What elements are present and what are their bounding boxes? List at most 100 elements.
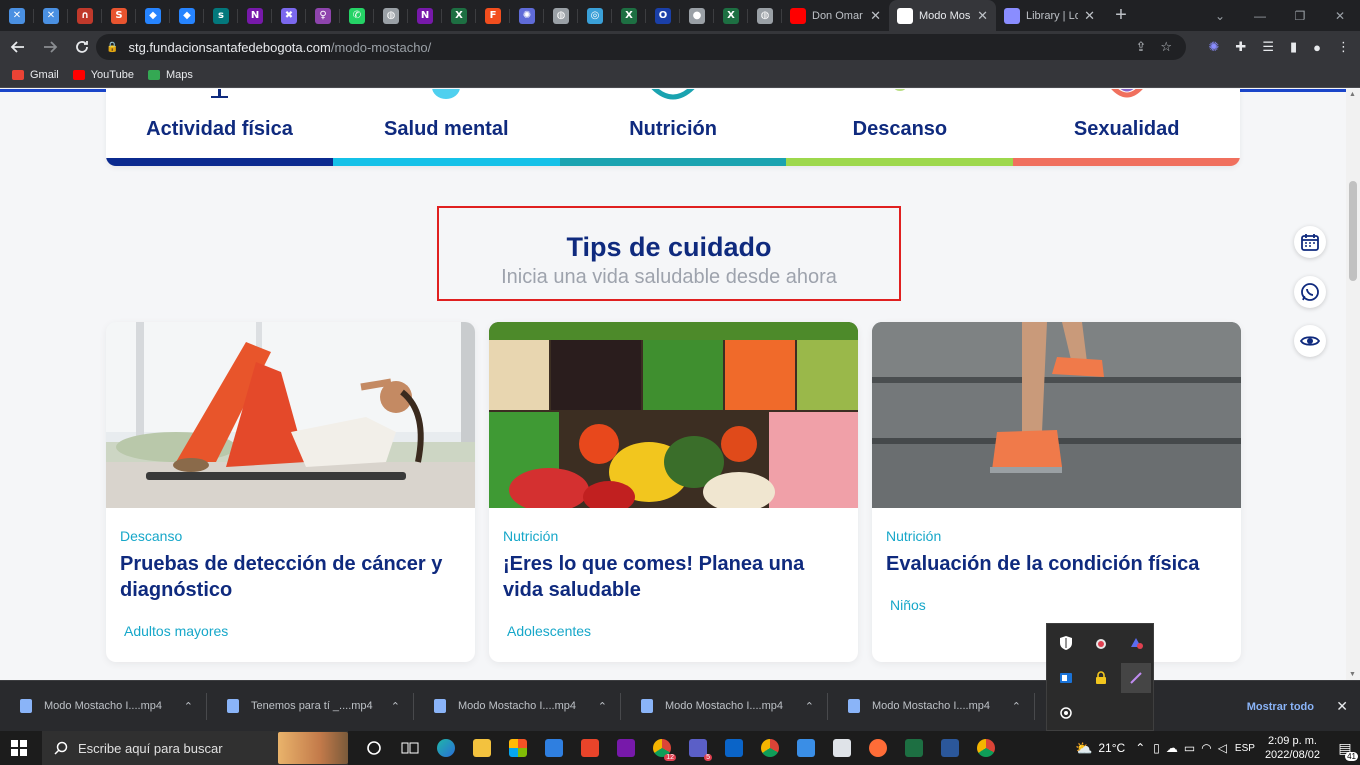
browser-tab[interactable]: ◍: [748, 0, 782, 31]
lock-icon[interactable]: 🔒: [106, 42, 118, 53]
vpn-lock-icon[interactable]: [1086, 663, 1116, 693]
onenote-taskbar-icon[interactable]: [608, 731, 644, 765]
close-downloads-icon[interactable]: ✕: [1336, 681, 1348, 732]
download-item[interactable]: Modo Mostacho I....mp4 ⌃: [828, 681, 1035, 732]
side-panel-icon[interactable]: ▮: [1290, 39, 1297, 55]
files-icon[interactable]: [824, 731, 860, 765]
chevron-up-icon[interactable]: ⌃: [1012, 700, 1021, 713]
browser-tab[interactable]: N: [408, 0, 442, 31]
bookmark-item[interactable]: YouTube: [72, 69, 134, 81]
browser-tab[interactable]: S: [102, 0, 136, 31]
back-button[interactable]: [4, 33, 32, 61]
download-item[interactable]: Modo Mostacho I....mp4 ⌃: [621, 681, 828, 732]
chevron-up-icon[interactable]: ⌃: [805, 700, 814, 713]
category-1[interactable]: Actividad física: [106, 89, 333, 166]
whatsapp-button[interactable]: [1294, 276, 1326, 308]
bookmark-star-icon[interactable]: ☆: [1160, 39, 1172, 55]
accessibility-button[interactable]: [1294, 325, 1326, 357]
chrome-app-icon[interactable]: 12: [644, 731, 680, 765]
tray-expand-icon[interactable]: ⌃: [1135, 741, 1145, 755]
browser-tab[interactable]: Don Omar ✕: [782, 0, 889, 31]
tab-close-icon[interactable]: ✕: [977, 8, 988, 24]
card-title[interactable]: Evaluación de la condición física: [886, 551, 1231, 577]
chevron-up-icon[interactable]: ⌃: [391, 700, 400, 713]
browser-tab[interactable]: ✆: [340, 0, 374, 31]
card-audience[interactable]: Adolescentes: [507, 623, 591, 639]
tip-card[interactable]: Nutrición ¡Eres lo que comes! Planea una…: [489, 322, 858, 662]
tab-close-icon[interactable]: ✕: [870, 8, 881, 24]
office-icon[interactable]: [572, 731, 608, 765]
file-explorer-icon[interactable]: [464, 731, 500, 765]
category-3[interactable]: Nutrición: [559, 89, 787, 166]
profile-icon[interactable]: ●: [1313, 40, 1321, 55]
menu-icon[interactable]: ⋮: [1337, 39, 1350, 55]
restore-button[interactable]: ❐: [1280, 0, 1320, 31]
notification-center-button[interactable]: ▤ 41: [1330, 731, 1360, 765]
browser-tab[interactable]: N: [238, 0, 272, 31]
browser-tab[interactable]: X: [612, 0, 646, 31]
search-highlight-image[interactable]: [278, 732, 348, 764]
chevron-up-icon[interactable]: ⌃: [598, 700, 607, 713]
edge-icon[interactable]: [428, 731, 464, 765]
card-category[interactable]: Nutrición: [503, 528, 558, 544]
onedrive-icon[interactable]: ☁: [1166, 741, 1178, 755]
clock[interactable]: 2:09 p. m. 2022/08/02: [1255, 734, 1330, 762]
wifi-icon[interactable]: ◠: [1201, 741, 1211, 755]
browser-tab[interactable]: O: [646, 0, 680, 31]
browser-tab[interactable]: s: [204, 0, 238, 31]
scroll-up-icon[interactable]: ▲: [1349, 91, 1356, 98]
extension-gear-icon[interactable]: ✺: [1209, 39, 1220, 55]
card-title[interactable]: ¡Eres lo que comes! Planea una vida salu…: [503, 551, 848, 603]
tab-search-icon[interactable]: ⌄: [1200, 0, 1240, 31]
puzzle-icon[interactable]: ✚: [1235, 39, 1246, 55]
defender-shield-icon[interactable]: [1051, 628, 1081, 658]
tip-card[interactable]: Nutrición Evaluación de la condición fís…: [872, 322, 1241, 662]
browser-tab[interactable]: ✕: [0, 0, 34, 31]
teams-icon[interactable]: 5: [680, 731, 716, 765]
browser-tab[interactable]: X: [714, 0, 748, 31]
browser-tab[interactable]: Library | Lo ✕: [996, 0, 1103, 31]
chrome-profile-icon[interactable]: [968, 731, 1004, 765]
browser-tab[interactable]: ◆: [170, 0, 204, 31]
download-item[interactable]: Modo Mostacho I....mp4 ⌃: [414, 681, 621, 732]
card-category[interactable]: Descanso: [120, 528, 182, 544]
outlook-icon[interactable]: [716, 731, 752, 765]
download-item[interactable]: Modo Mostacho I....mp4 ⌃: [0, 681, 207, 732]
category-5[interactable]: Sexualidad: [1013, 89, 1240, 166]
browser-tab[interactable]: ✺: [510, 0, 544, 31]
chrome-icon[interactable]: [752, 731, 788, 765]
tip-card[interactable]: Descanso Pruebas de detección de cáncer …: [106, 322, 475, 662]
mail-icon[interactable]: [536, 731, 572, 765]
browser-tab[interactable]: Modo Mos ✕: [889, 0, 996, 31]
weather-icon[interactable]: ⛅: [1075, 740, 1092, 757]
card-category[interactable]: Nutrición: [886, 528, 941, 544]
show-all-downloads-button[interactable]: Mostrar todo: [1247, 681, 1314, 732]
category-2[interactable]: Salud mental: [332, 89, 560, 166]
close-window-button[interactable]: ✕: [1320, 0, 1360, 31]
reload-button[interactable]: [68, 33, 96, 61]
share-icon[interactable]: ⇪: [1135, 39, 1146, 55]
pen-app-icon[interactable]: [1121, 663, 1151, 693]
bookmark-item[interactable]: Maps: [147, 69, 193, 81]
language-indicator[interactable]: ESP: [1235, 743, 1255, 754]
start-button[interactable]: [10, 739, 28, 762]
minimize-button[interactable]: —: [1240, 0, 1280, 31]
browser-tab[interactable]: ✖: [272, 0, 306, 31]
browser-tab[interactable]: ∩: [68, 0, 102, 31]
browser-tab[interactable]: F: [476, 0, 510, 31]
browser-tab[interactable]: ●: [680, 0, 714, 31]
browser-tab[interactable]: ♀: [306, 0, 340, 31]
browser-tab[interactable]: ◍: [374, 0, 408, 31]
task-view-icon[interactable]: [392, 731, 428, 765]
postman-icon[interactable]: [860, 731, 896, 765]
weather-temp[interactable]: 21°C: [1098, 741, 1125, 755]
battery-icon[interactable]: ▭: [1184, 741, 1195, 755]
category-4[interactable]: Descanso: [786, 89, 1014, 166]
tab-close-icon[interactable]: ✕: [1084, 8, 1095, 24]
scrollbar-thumb[interactable]: [1349, 181, 1357, 281]
store-icon[interactable]: [500, 731, 536, 765]
record-app-icon[interactable]: [1051, 698, 1081, 728]
download-item[interactable]: Tenemos para tí _....mp4 ⌃: [207, 681, 414, 732]
calendar-button[interactable]: [1294, 226, 1326, 258]
chevron-up-icon[interactable]: ⌃: [184, 700, 193, 713]
